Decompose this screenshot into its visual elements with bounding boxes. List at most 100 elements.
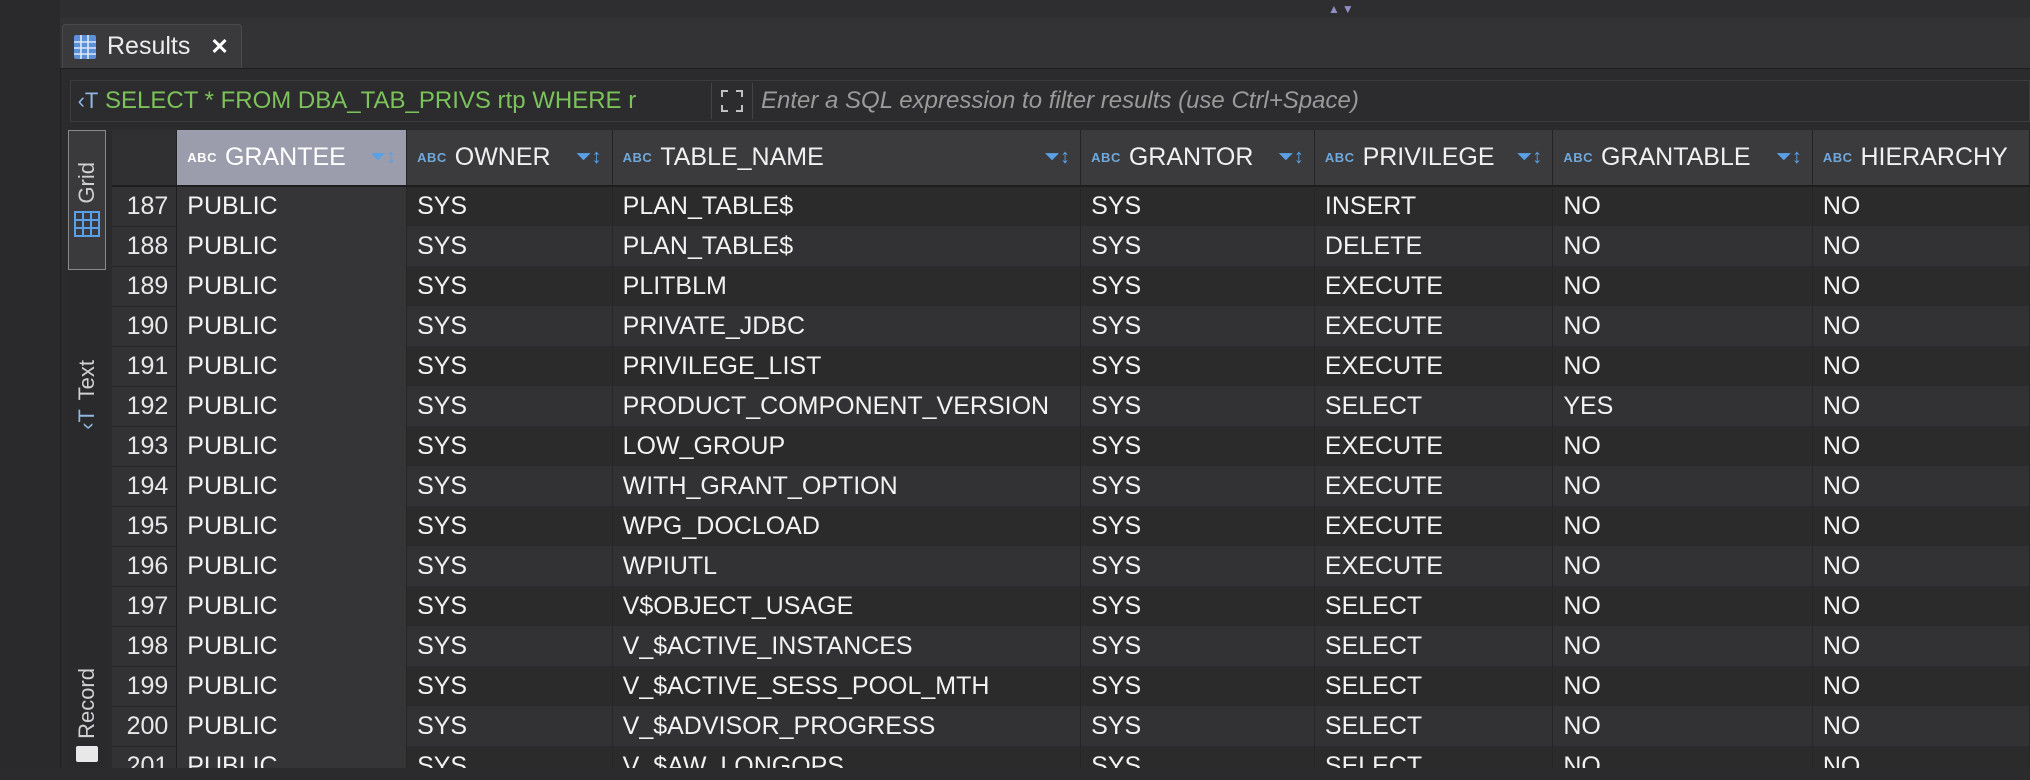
table-cell[interactable]: PUBLIC (176, 346, 408, 386)
table-cell[interactable]: PUBLIC (176, 426, 408, 466)
row-number[interactable]: 189 (112, 266, 178, 307)
table-cell[interactable]: PUBLIC (176, 586, 408, 626)
table-cell[interactable]: SELECT (1314, 706, 1554, 746)
table-cell[interactable]: SYS (1080, 226, 1315, 266)
table-cell[interactable]: NO (1552, 586, 1813, 626)
table-cell[interactable]: SYS (406, 426, 613, 466)
table-cell[interactable]: EXECUTE (1314, 506, 1554, 546)
table-cell[interactable]: SYS (1080, 746, 1315, 768)
row-number[interactable]: 190 (112, 306, 178, 347)
table-cell[interactable]: NO (1552, 186, 1813, 226)
table-cell[interactable]: NO (1812, 506, 2030, 546)
table-cell[interactable]: SYS (406, 186, 613, 226)
table-cell[interactable]: NO (1552, 466, 1813, 506)
table-cell[interactable]: NO (1812, 386, 2030, 426)
table-cell[interactable]: SYS (1080, 386, 1315, 426)
table-cell[interactable]: NO (1812, 706, 2030, 746)
table-cell[interactable]: NO (1812, 586, 2030, 626)
table-cell[interactable]: PUBLIC (176, 466, 408, 506)
table-cell[interactable]: SYS (406, 466, 613, 506)
table-cell[interactable]: EXECUTE (1314, 306, 1554, 346)
table-row[interactable]: 187 PUBLIC SYS PLAN_TABLE$ SYS INSERT NO NO (112, 186, 2030, 227)
table-row[interactable]: 193 PUBLIC SYS LOW_GROUP SYS EXECUTE NO NO (112, 426, 2030, 467)
table-cell[interactable]: NO (1552, 546, 1813, 586)
table-cell[interactable]: SYS (406, 226, 613, 266)
table-cell[interactable]: PUBLIC (176, 546, 408, 586)
table-cell[interactable]: SELECT (1314, 386, 1554, 426)
table-cell[interactable]: SYS (406, 666, 613, 706)
table-cell[interactable]: NO (1552, 346, 1813, 386)
table-row[interactable]: 191 PUBLIC SYS PRIVILEGE_LIST SYS EXECUTE NO NO (112, 346, 2030, 387)
table-cell[interactable]: NO (1812, 266, 2030, 306)
table-cell[interactable]: NO (1812, 186, 2030, 226)
table-cell[interactable]: NO (1552, 306, 1813, 346)
row-number[interactable]: 194 (112, 466, 178, 507)
table-row[interactable]: 196 PUBLIC SYS WPIUTL SYS EXECUTE NO NO (112, 546, 2030, 587)
table-cell[interactable]: SELECT (1314, 666, 1554, 706)
table-cell[interactable]: NO (1812, 346, 2030, 386)
table-cell[interactable]: PRIVATE_JDBC (612, 306, 1082, 346)
row-number[interactable]: 196 (112, 546, 178, 587)
table-cell[interactable]: NO (1552, 506, 1813, 546)
table-cell[interactable]: PLAN_TABLE$ (612, 186, 1082, 226)
table-cell[interactable]: PUBLIC (176, 266, 408, 306)
table-row[interactable]: 195 PUBLIC SYS WPG_DOCLOAD SYS EXECUTE NO NO (112, 506, 2030, 547)
table-cell[interactable]: PRODUCT_COMPONENT_VERSION (612, 386, 1082, 426)
table-cell[interactable]: NO (1812, 746, 2030, 768)
row-number[interactable]: 187 (112, 186, 178, 227)
table-cell[interactable]: V_$ACTIVE_INSTANCES (612, 626, 1082, 666)
table-row[interactable]: 199 PUBLIC SYS V_$ACTIVE_SESS_POOL_MTH SYS SE… (112, 666, 2030, 707)
filter-sort-icon[interactable]: ⏷↕ (1776, 146, 1802, 169)
table-cell[interactable]: NO (1812, 466, 2030, 506)
table-cell[interactable]: SELECT (1314, 746, 1554, 768)
table-cell[interactable]: PUBLIC (176, 666, 408, 706)
table-row[interactable]: 194 PUBLIC SYS WITH_GRANT_OPTION SYS EXECUTE N… (112, 466, 2030, 507)
row-number[interactable]: 197 (112, 586, 178, 627)
table-cell[interactable]: WITH_GRANT_OPTION (612, 466, 1082, 506)
table-cell[interactable]: PUBLIC (176, 746, 408, 768)
table-cell[interactable]: EXECUTE (1314, 426, 1554, 466)
filter-sort-icon[interactable]: ⏷↕ (1044, 146, 1070, 169)
table-cell[interactable]: LOW_GROUP (612, 426, 1082, 466)
table-cell[interactable]: PUBLIC (176, 306, 408, 346)
tab-results[interactable]: Results ✕ (62, 24, 242, 68)
table-cell[interactable]: NO (1812, 666, 2030, 706)
table-cell[interactable]: NO (1552, 706, 1813, 746)
table-cell[interactable]: V_$AW_LONGOPS (612, 746, 1082, 768)
tab-text[interactable]: Text ‹T (68, 280, 106, 510)
table-cell[interactable]: NO (1812, 306, 2030, 346)
table-row[interactable]: 190 PUBLIC SYS PRIVATE_JDBC SYS EXECUTE NO NO (112, 306, 2030, 347)
filter-input[interactable] (759, 86, 2029, 116)
table-cell[interactable]: SYS (406, 386, 613, 426)
table-cell[interactable]: DELETE (1314, 226, 1554, 266)
table-row[interactable]: 201 PUBLIC SYS V_$AW_LONGOPS SYS SELECT NO NO (112, 746, 2030, 768)
filter-sort-icon[interactable]: ⏷↕ (576, 146, 602, 169)
table-row[interactable]: 198 PUBLIC SYS V_$ACTIVE_INSTANCES SYS SELECT… (112, 626, 2030, 667)
table-cell[interactable]: V_$ADVISOR_PROGRESS (612, 706, 1082, 746)
column-header-grantable[interactable]: ABC GRANTABLE ⏷↕ (1552, 130, 1813, 187)
table-row[interactable]: 189 PUBLIC SYS PLITBLM SYS EXECUTE NO NO (112, 266, 2030, 307)
table-cell[interactable]: SELECT (1314, 626, 1554, 666)
filter-sort-icon[interactable]: ⏷↕ (370, 146, 396, 169)
table-cell[interactable]: PUBLIC (176, 186, 408, 226)
table-cell[interactable]: SYS (1080, 586, 1315, 626)
table-cell[interactable]: EXECUTE (1314, 466, 1554, 506)
table-cell[interactable]: PLAN_TABLE$ (612, 226, 1082, 266)
table-cell[interactable]: NO (1552, 666, 1813, 706)
table-cell[interactable]: WPIUTL (612, 546, 1082, 586)
row-number[interactable]: 201 (112, 746, 178, 768)
table-cell[interactable]: NO (1552, 266, 1813, 306)
table-cell[interactable]: NO (1552, 426, 1813, 466)
column-header-hierarchy[interactable]: ABC HIERARCHY (1812, 130, 2030, 187)
filter-sort-icon[interactable]: ⏷↕ (1516, 146, 1542, 169)
expand-icon[interactable] (711, 83, 753, 119)
table-cell[interactable]: SYS (1080, 306, 1315, 346)
row-number[interactable]: 192 (112, 386, 178, 427)
table-cell[interactable]: SYS (1080, 706, 1315, 746)
table-cell[interactable]: SYS (406, 626, 613, 666)
table-cell[interactable]: EXECUTE (1314, 546, 1554, 586)
table-cell[interactable]: SYS (406, 706, 613, 746)
table-cell[interactable]: SELECT (1314, 586, 1554, 626)
table-cell[interactable]: SYS (1080, 266, 1315, 306)
table-cell[interactable]: SYS (406, 586, 613, 626)
